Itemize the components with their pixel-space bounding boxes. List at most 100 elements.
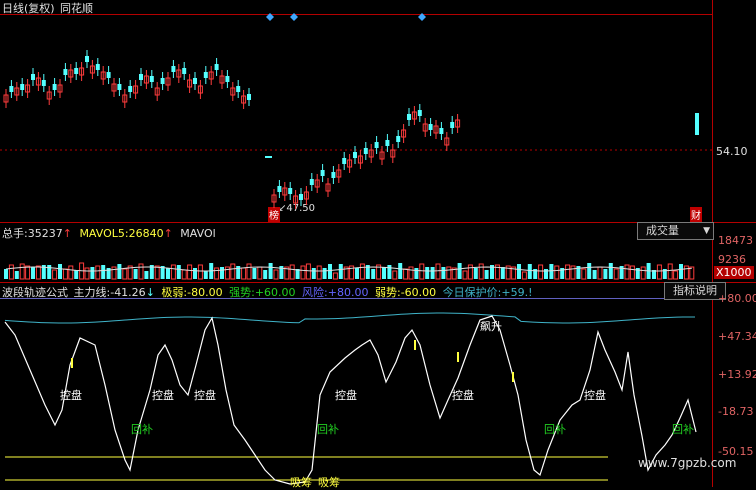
volume-bar <box>257 266 263 280</box>
volume-bar <box>478 263 484 280</box>
candle-body <box>439 128 444 134</box>
volume-bar <box>8 264 14 280</box>
volume-bar <box>473 268 478 279</box>
volume-bar <box>273 269 279 280</box>
volume-bar <box>181 269 187 280</box>
volume-bar <box>246 263 252 280</box>
annotation-control-3: 控盘 <box>194 389 216 402</box>
volume-bar <box>608 263 613 279</box>
annotation-control-5: 控盘 <box>452 389 474 402</box>
volume-bar <box>154 265 160 280</box>
volume-bar <box>387 265 392 279</box>
volume-bar <box>521 271 527 280</box>
candle-body <box>428 124 433 130</box>
volume-bar <box>252 268 257 279</box>
volume-bar <box>322 268 327 279</box>
volume-bar <box>435 263 441 280</box>
volume-bar <box>462 270 468 280</box>
volume-bar <box>14 271 19 279</box>
candle-body <box>128 86 133 92</box>
candle-body <box>363 148 368 154</box>
annotation-pullback-4: 回补 <box>672 423 694 436</box>
volume-bar <box>62 268 68 280</box>
volume-bar <box>656 264 662 280</box>
volume-bars <box>4 262 695 280</box>
volume-bar <box>624 264 630 280</box>
volume-bar <box>68 265 74 280</box>
volume-bar <box>673 270 679 280</box>
volume-bar <box>371 269 376 279</box>
volume-bar <box>187 264 193 280</box>
volume-bar <box>289 264 295 280</box>
volume-bar <box>144 271 149 279</box>
signal-diamond-icon <box>418 13 426 21</box>
candle-body <box>342 158 347 164</box>
candle-body <box>193 78 197 84</box>
volume-bar <box>84 267 90 280</box>
volume-bar <box>430 267 435 279</box>
volume-bar <box>263 270 268 279</box>
candle-body <box>225 76 230 82</box>
candle-body <box>85 56 89 62</box>
candle-body <box>139 74 143 80</box>
volume-bar <box>467 264 473 280</box>
annotation-rise: 飙升 <box>480 320 502 333</box>
volume-bar <box>220 267 224 279</box>
candle-body <box>299 194 303 200</box>
candle-body <box>74 68 79 74</box>
volume-bar <box>25 265 31 280</box>
diamond-markers <box>266 13 426 21</box>
annotation-pullback-2: 回补 <box>317 423 339 436</box>
volume-bar <box>214 267 220 280</box>
volume-bar <box>133 269 138 279</box>
volume-bar <box>316 265 322 280</box>
candle-body <box>331 172 336 178</box>
volume-bar <box>392 270 398 280</box>
watermark: www.7gpzb.com <box>638 456 737 470</box>
signal-diamond-icon <box>266 13 274 21</box>
candle-body <box>374 142 379 148</box>
candle-body <box>41 80 46 86</box>
candle-body <box>95 64 100 70</box>
volume-bar <box>197 264 203 280</box>
signal-diamond-icon <box>290 13 298 21</box>
annotation-pullback-1: 回补 <box>131 423 153 436</box>
annotation-pullback-3: 回补 <box>544 423 566 436</box>
candle-body <box>52 84 57 90</box>
volume-bar <box>679 264 683 279</box>
volume-bar <box>338 264 343 279</box>
candle-body <box>63 69 68 75</box>
candle-body <box>288 188 293 194</box>
volume-bar <box>74 270 79 279</box>
volume-bar <box>31 267 35 279</box>
volume-bar <box>52 269 58 280</box>
volume-bar <box>640 266 646 280</box>
volume-bar <box>592 270 597 279</box>
candle-body <box>106 72 111 78</box>
volume-bar <box>414 268 419 279</box>
annotation-control-2: 控盘 <box>152 389 174 402</box>
candle-body <box>353 152 357 158</box>
candle-body <box>320 170 325 176</box>
volume-bar <box>457 263 462 279</box>
volume-bar <box>241 267 247 280</box>
chart-canvas <box>0 13 712 485</box>
volume-bar <box>193 268 197 279</box>
annotation-control-6: 控盘 <box>584 389 606 402</box>
candle-body <box>117 84 122 90</box>
volume-bar <box>95 265 101 280</box>
volume-bar <box>176 265 181 279</box>
signal-ticks <box>71 340 514 382</box>
volume-bar <box>230 263 236 280</box>
candle-body <box>385 140 390 146</box>
volume-bar <box>667 263 673 280</box>
annotation-control-4: 控盘 <box>335 389 357 402</box>
volume-bar <box>527 264 532 279</box>
volume-bar <box>419 263 425 280</box>
candle-body <box>171 66 176 72</box>
volume-bar <box>603 269 608 279</box>
volume-bar <box>446 266 452 280</box>
candle-body <box>417 110 422 116</box>
volume-bar <box>597 266 603 280</box>
volume-bar <box>203 271 208 279</box>
